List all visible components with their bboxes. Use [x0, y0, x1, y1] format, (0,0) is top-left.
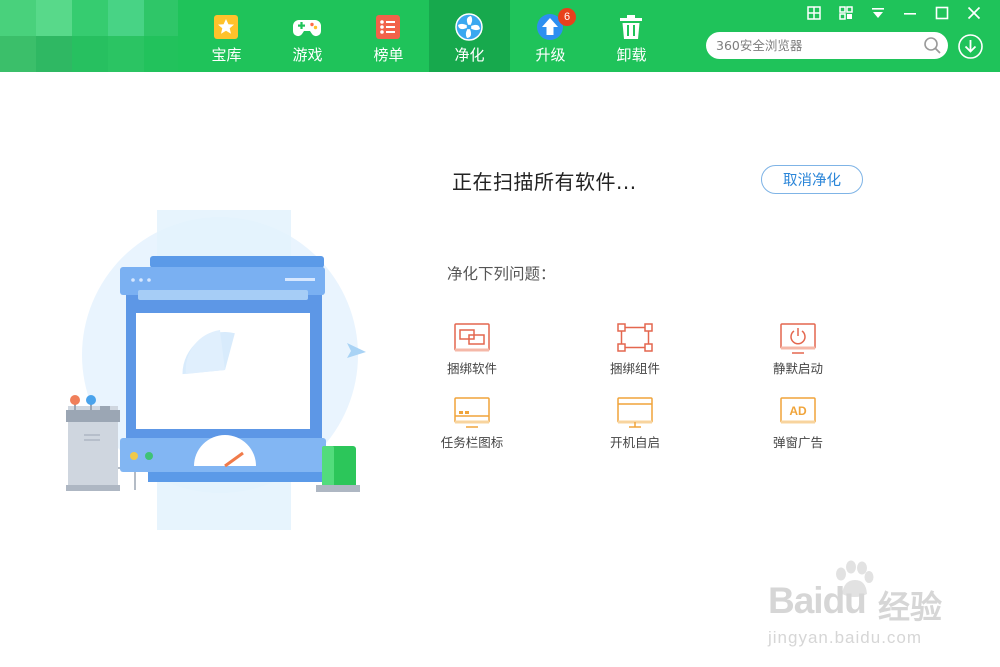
- issue-bundled-component: 捆绑组件: [580, 322, 690, 382]
- ranking-list-icon: [376, 15, 400, 39]
- skin-icon: [839, 6, 853, 20]
- skin-button[interactable]: [830, 3, 862, 23]
- watermark-brand: Baidu: [768, 580, 867, 621]
- fan-icon: [455, 13, 483, 41]
- baidu-jingyan-watermark: Baidu 经验 jingyan.baidu.com: [768, 560, 993, 660]
- watermark-url: jingyan.baidu.com: [768, 628, 923, 647]
- maximize-button[interactable]: [926, 3, 958, 23]
- autostart-icon: [617, 397, 653, 428]
- tab-label: 游戏: [292, 46, 323, 64]
- watermark-cn: 经验: [878, 588, 943, 626]
- grid-button[interactable]: [798, 3, 830, 23]
- tab-games[interactable]: 游戏: [267, 0, 348, 72]
- issue-label: 捆绑软件: [446, 361, 497, 376]
- cancel-purify-button[interactable]: 取消净化: [761, 165, 863, 194]
- search-input[interactable]: [716, 36, 916, 55]
- star-box-icon: [214, 15, 238, 39]
- issue-autostart: 开机自启: [580, 396, 690, 456]
- tab-treasure[interactable]: 宝库: [186, 0, 267, 72]
- trash-icon: [620, 15, 642, 39]
- update-count-badge: 6: [558, 8, 576, 26]
- silent-startup-icon: [780, 323, 816, 354]
- bundled-software-icon: [454, 323, 490, 352]
- close-button[interactable]: [958, 3, 990, 23]
- window-controls: [798, 3, 990, 23]
- tab-rankings[interactable]: 榜单: [348, 0, 429, 72]
- app-logo: [0, 0, 178, 72]
- issue-label: 捆绑组件: [609, 361, 660, 376]
- tab-label: 卸载: [616, 46, 647, 64]
- tab-uninstall[interactable]: 卸载: [591, 0, 672, 72]
- minimize-icon: [904, 13, 916, 15]
- menu-dropdown-button[interactable]: [862, 3, 894, 23]
- menu-dropdown-icon: [872, 8, 884, 18]
- main-nav: 宝库 游戏 榜单 净化 6 升级 卸载: [186, 0, 672, 72]
- issue-label: 静默启动: [772, 361, 823, 376]
- popup-ad-icon: AD: [780, 397, 816, 424]
- tab-label: 升级: [535, 46, 566, 64]
- tab-upgrade[interactable]: 6 升级: [510, 0, 591, 72]
- issue-taskbar-icon: 任务栏图标: [417, 396, 527, 456]
- bundled-component-icon: [617, 323, 653, 352]
- tab-purify[interactable]: 净化: [429, 0, 510, 72]
- maximize-icon: [935, 6, 949, 20]
- scanner-illustration: [66, 210, 366, 530]
- issue-label: 弹窗广告: [772, 435, 823, 450]
- search-icon[interactable]: [923, 36, 942, 55]
- svg-text:AD: AD: [789, 404, 807, 418]
- gamepad-icon: [293, 20, 321, 36]
- top-bar: 宝库 游戏 榜单 净化 6 升级 卸载 360安全浏览器: [0, 0, 1000, 72]
- issues-section-title: 净化下列问题：: [447, 265, 556, 283]
- tab-label: 净化: [454, 46, 485, 64]
- download-icon[interactable]: [957, 33, 984, 60]
- minimize-button[interactable]: [894, 3, 926, 23]
- scan-status-text: 正在扫描所有软件...: [452, 170, 637, 194]
- issue-silent-startup: 静默启动: [743, 322, 853, 382]
- close-icon: [967, 6, 981, 20]
- tab-label: 榜单: [373, 46, 404, 64]
- tab-label: 宝库: [211, 46, 242, 64]
- issue-popup-ad: AD 弹窗广告: [743, 396, 853, 456]
- taskbar-icon: [454, 397, 490, 428]
- issue-bundled-software: 捆绑软件: [417, 322, 527, 382]
- grid-icon: [807, 6, 821, 20]
- search-box: [706, 32, 948, 59]
- issue-label: 开机自启: [609, 435, 660, 450]
- issue-label: 任务栏图标: [440, 435, 504, 450]
